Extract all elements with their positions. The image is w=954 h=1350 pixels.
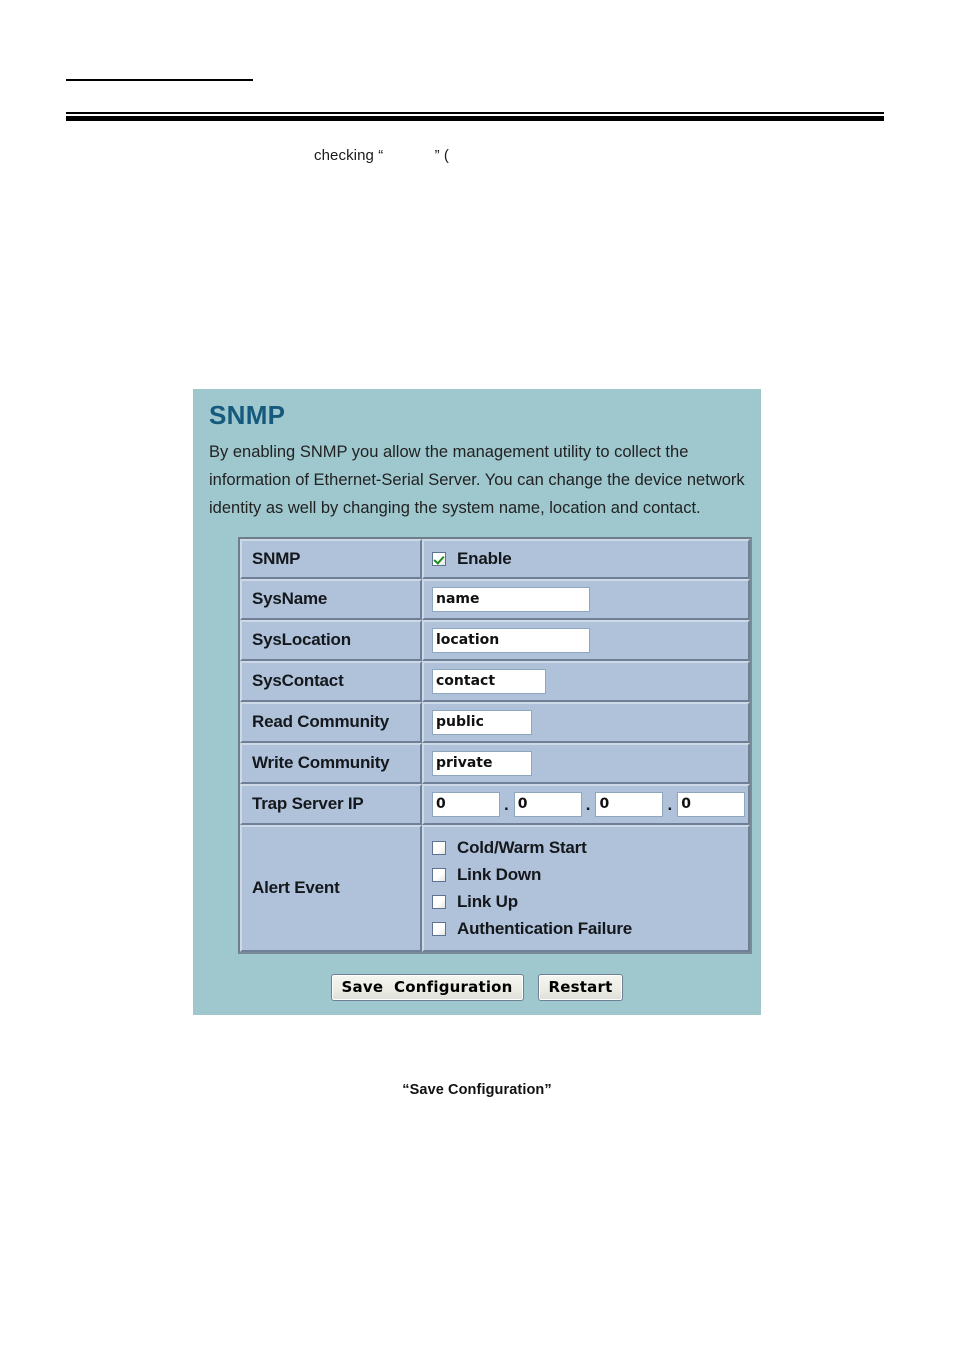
snmp-settings-table: SNMP Enable SysName SysLocation: [238, 536, 752, 954]
panel-description: By enabling SNMP you allow the managemen…: [209, 442, 745, 518]
snmp-enable-row[interactable]: Enable: [432, 547, 748, 571]
syslocation-input[interactable]: [432, 627, 590, 653]
write-community-input[interactable]: [432, 750, 532, 776]
read-community-input[interactable]: [432, 709, 532, 735]
alert-event-link-up-label: Link Up: [457, 891, 518, 911]
row-label-read-community: Read Community: [240, 701, 422, 743]
alert-event-list: Cold/Warm Start Link Down Link Up Authen…: [432, 833, 748, 944]
row-value-sysname: [422, 578, 750, 620]
alert-event-link-down-row[interactable]: Link Down: [432, 863, 748, 887]
alert-event-link-down-checkbox[interactable]: [432, 867, 446, 882]
trap-ip-octet-2-input[interactable]: [513, 791, 582, 817]
body-partial-text: checking “ ” (: [314, 147, 450, 164]
header-rule-short: [66, 79, 253, 81]
table-row-alert-event: Alert Event Cold/Warm Start Link Down Li…: [240, 824, 750, 952]
row-value-write-community: [422, 742, 750, 784]
snmp-enable-checkbox[interactable]: [432, 551, 446, 566]
syscontact-input[interactable]: [432, 668, 546, 694]
row-value-syslocation: [422, 619, 750, 661]
restart-button[interactable]: Restart: [537, 973, 624, 1001]
alert-event-link-down-label: Link Down: [457, 864, 542, 884]
table-row-snmp: SNMP Enable: [240, 538, 750, 579]
alert-event-link-up-row[interactable]: Link Up: [432, 890, 748, 914]
alert-event-cold-warm-start-label: Cold/Warm Start: [457, 837, 587, 857]
ip-separator-3: .: [667, 794, 673, 814]
row-value-snmp: Enable: [422, 538, 750, 579]
figure-caption: “Save Configuration”: [402, 1082, 552, 1098]
ip-separator-1: .: [504, 794, 509, 814]
row-value-read-community: [422, 701, 750, 743]
alert-event-authentication-failure-label: Authentication Failure: [457, 918, 633, 938]
row-label-alert-event: Alert Event: [240, 824, 422, 952]
row-value-syscontact: [422, 660, 750, 702]
header-rule-double: [66, 112, 884, 121]
alert-event-authentication-failure-row[interactable]: Authentication Failure: [432, 917, 748, 941]
table-row-read-community: Read Community: [240, 701, 750, 743]
table-row-trap-server-ip: Trap Server IP . . .: [240, 783, 750, 825]
row-value-alert-event: Cold/Warm Start Link Down Link Up Authen…: [422, 824, 750, 952]
alert-event-cold-warm-start-row[interactable]: Cold/Warm Start: [432, 836, 748, 860]
table-row-syslocation: SysLocation: [240, 619, 750, 661]
alert-event-authentication-failure-checkbox[interactable]: [432, 921, 446, 936]
snmp-panel: SNMP By enabling SNMP you allow the mana…: [193, 389, 761, 1015]
save-configuration-button[interactable]: Save Configuration: [330, 973, 524, 1001]
page-title: SNMP: [209, 400, 286, 430]
sysname-input[interactable]: [432, 586, 590, 612]
table-row-write-community: Write Community: [240, 742, 750, 784]
row-label-syslocation: SysLocation: [240, 619, 422, 661]
row-label-sysname: SysName: [240, 578, 422, 620]
table-row-syscontact: SysContact: [240, 660, 750, 702]
trap-ip-octet-1-input[interactable]: [432, 791, 500, 817]
trap-server-ip-group: . . .: [432, 791, 748, 817]
header-rule-thick-line: [66, 116, 884, 121]
row-label-trap-server-ip: Trap Server IP: [240, 783, 422, 825]
table-row-sysname: SysName: [240, 578, 750, 620]
row-label-snmp: SNMP: [240, 538, 422, 579]
alert-event-cold-warm-start-checkbox[interactable]: [432, 840, 446, 855]
snmp-enable-label: Enable: [457, 548, 512, 568]
row-value-trap-server-ip: . . .: [422, 783, 750, 825]
ip-separator-2: .: [585, 794, 591, 814]
row-label-write-community: Write Community: [240, 742, 422, 784]
row-label-syscontact: SysContact: [240, 660, 422, 702]
panel-button-bar: Save Configuration Restart: [209, 973, 745, 1001]
trap-ip-octet-4-input[interactable]: [677, 791, 746, 817]
alert-event-link-up-checkbox[interactable]: [432, 894, 446, 909]
trap-ip-octet-3-input[interactable]: [595, 791, 664, 817]
